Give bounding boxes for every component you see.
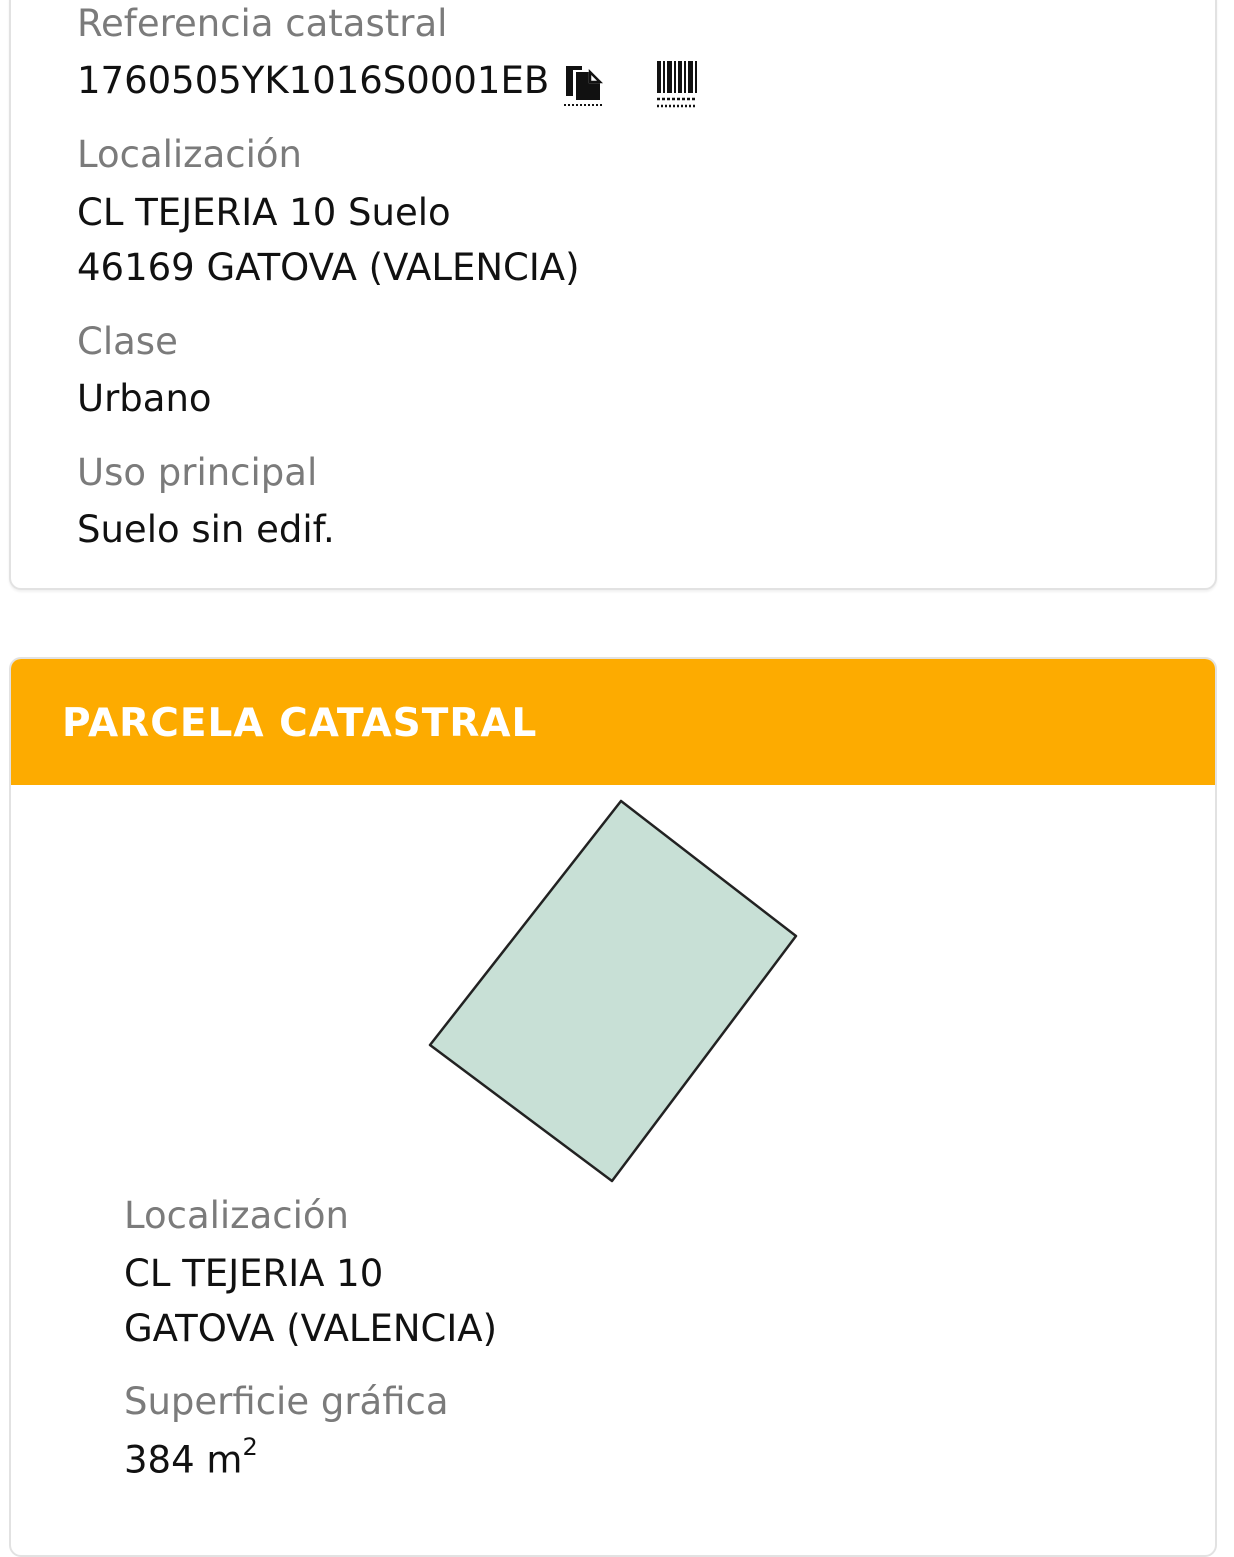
location-label: Localización (77, 133, 302, 176)
ref-row: 1760505YK1016S0001EB (77, 59, 699, 108)
barcode-icon[interactable] (655, 58, 699, 108)
property-info-card: Referencia catastral 1760505YK1016S0001E… (9, 0, 1217, 590)
class-value: Urbano (77, 377, 212, 420)
parcel-title: PARCELA CATASTRAL (62, 701, 538, 746)
ref-label: Referencia catastral (77, 2, 448, 45)
parcel-shape (428, 799, 798, 1183)
main-use-label: Uso principal (77, 451, 318, 494)
graphic-area-exponent: 2 (242, 1433, 258, 1461)
graphic-area-number: 384 (124, 1438, 195, 1482)
parcel-header: PARCELA CATASTRAL (11, 659, 1215, 785)
copy-icon[interactable] (563, 60, 604, 106)
graphic-area-value: 384 m2 (124, 1435, 258, 1482)
location-line-1: CL TEJERIA 10 Suelo (77, 191, 451, 234)
graphic-area-label: Superficie gráfica (124, 1380, 449, 1423)
parcel-card: PARCELA CATASTRAL Localización CL TEJERI… (9, 657, 1217, 1557)
class-label: Clase (77, 320, 178, 363)
graphic-area-unit: m (206, 1438, 243, 1482)
ref-value: 1760505YK1016S0001EB (77, 59, 550, 102)
location-line-2: 46169 GATOVA (VALENCIA) (77, 246, 580, 289)
parcel-location-line-2: GATOVA (VALENCIA) (124, 1307, 498, 1350)
parcel-location-label: Localización (124, 1194, 349, 1237)
parcel-map[interactable] (11, 785, 1215, 1195)
main-use-value: Suelo sin edif. (77, 508, 335, 551)
parcel-location-line-1: CL TEJERIA 10 (124, 1252, 384, 1295)
